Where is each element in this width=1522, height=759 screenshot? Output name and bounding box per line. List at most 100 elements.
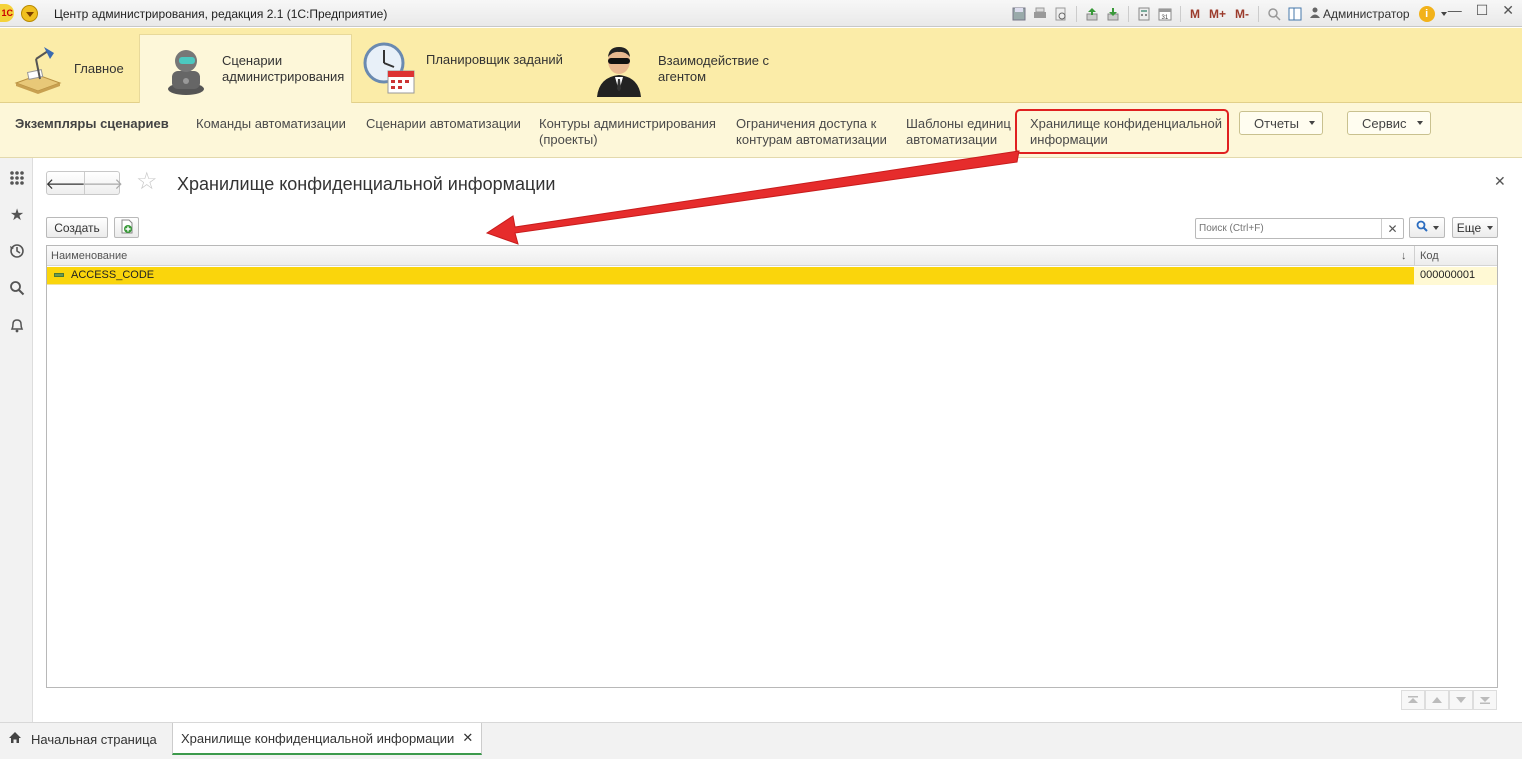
section-admin-scenarios-line1: Сценарии	[222, 53, 283, 68]
section-admin-scenarios[interactable]: Сценарии администрирования	[139, 34, 352, 103]
close-window-icon[interactable]: ✕	[1502, 2, 1514, 19]
cell-name: ACCESS_CODE	[71, 269, 155, 281]
scroll-up-icon[interactable]	[1425, 690, 1449, 710]
item-icon	[54, 273, 64, 277]
save-icon[interactable]	[1010, 5, 1028, 23]
section-agent-line2: агентом	[658, 69, 707, 84]
section-agent-label: Взаимодействие с агентом	[658, 53, 769, 85]
panels-icon[interactable]	[1286, 5, 1304, 23]
cell-code: 000000001	[1420, 269, 1476, 281]
toolbar: 31 M M+ M- Администратор i	[1010, 4, 1447, 24]
func-label: Сценарии автоматизации	[366, 116, 521, 131]
more-label: Еще	[1456, 220, 1482, 235]
user-icon	[1310, 7, 1321, 21]
apps-grid-icon[interactable]	[7, 168, 27, 188]
back-arrow-icon[interactable]: 🡐	[45, 172, 85, 194]
clear-search-icon[interactable]: ✕	[1381, 219, 1403, 238]
clock-calendar-icon	[362, 41, 418, 97]
highlight-frame	[1015, 109, 1229, 154]
section-admin-scenarios-line2: администрирования	[222, 69, 345, 84]
minimize-icon[interactable]: —	[1448, 2, 1462, 19]
data-table[interactable]: Наименование ↓ Код ACCESS_CODE 000000001	[46, 245, 1498, 688]
toolbar-separator	[1128, 6, 1129, 22]
memory-minus-button[interactable]: M-	[1232, 7, 1252, 21]
func-label: Контуры администрирования	[539, 116, 716, 131]
func-label: (проекты)	[539, 132, 598, 147]
section-scheduler[interactable]: Планировщик заданий	[362, 35, 563, 103]
table-scroll-buttons	[1401, 690, 1497, 710]
func-scenario-instances[interactable]: Экземпляры сценариев	[15, 116, 169, 132]
chevron-down-icon	[1432, 225, 1439, 230]
reports-dropdown[interactable]: Отчеты	[1239, 111, 1323, 135]
table-row[interactable]: ACCESS_CODE 000000001	[47, 267, 1497, 285]
chevron-down-icon	[1416, 121, 1423, 125]
memory-m-button[interactable]: M	[1187, 7, 1203, 21]
toolbar-separator	[1180, 6, 1181, 22]
scroll-down-icon[interactable]	[1449, 690, 1473, 710]
tab-home-label: Начальная страница	[31, 731, 157, 747]
info-dropdown-icon[interactable]	[1440, 12, 1447, 16]
section-agent[interactable]: Взаимодействие с агентом	[591, 35, 769, 103]
memory-plus-button[interactable]: M+	[1206, 7, 1229, 21]
func-automation-scenarios[interactable]: Сценарии автоматизации	[366, 116, 521, 132]
close-tab-icon[interactable]: ✕	[462, 730, 473, 746]
calculator-icon[interactable]	[1135, 5, 1153, 23]
favorite-star-icon[interactable]: ☆	[136, 170, 158, 194]
maximize-icon[interactable]: ☐	[1476, 2, 1489, 19]
section-main[interactable]: Главное	[10, 35, 124, 103]
tab-confidential-label: Хранилище конфиденциальной информации	[181, 730, 455, 746]
app-title: Центр администрирования, редакция 2.1 (1…	[54, 7, 388, 21]
func-admin-contours[interactable]: Контуры администрирования (проекты)	[539, 116, 716, 148]
func-label: автоматизации	[906, 132, 998, 147]
search-icon[interactable]	[7, 278, 27, 298]
search-input[interactable]	[1196, 219, 1376, 238]
form-title: Хранилище конфиденциальной информации	[177, 174, 556, 194]
history-icon[interactable]	[7, 241, 27, 261]
chevron-down-icon	[1308, 121, 1315, 125]
more-button[interactable]: Еще	[1452, 217, 1498, 238]
tab-home[interactable]: Начальная страница	[8, 723, 157, 755]
1c-logo: 1С	[0, 4, 14, 22]
preview-icon[interactable]	[1052, 5, 1070, 23]
bell-icon[interactable]	[7, 315, 27, 335]
forward-arrow-icon[interactable]: 🡒	[83, 172, 123, 194]
add-document-icon	[120, 219, 134, 237]
main-menu-button[interactable]	[21, 5, 38, 22]
func-access-restrictions[interactable]: Ограничения доступа к контурам автоматиз…	[736, 116, 887, 148]
func-label: Экземпляры сценариев	[15, 116, 169, 131]
copy-add-button[interactable]	[114, 217, 139, 238]
scroll-bottom-icon[interactable]	[1473, 690, 1497, 710]
download-icon[interactable]	[1104, 5, 1122, 23]
column-header-code[interactable]: Код	[1420, 250, 1439, 262]
svg-text:31: 31	[1162, 15, 1169, 21]
magnifier-icon	[1416, 220, 1428, 235]
upload-icon[interactable]	[1083, 5, 1101, 23]
scroll-top-icon[interactable]	[1401, 690, 1425, 710]
print-icon[interactable]	[1031, 5, 1049, 23]
tab-confidential-storage[interactable]: Хранилище конфиденциальной информации ✕	[172, 723, 483, 755]
func-automation-commands[interactable]: Команды автоматизации	[196, 116, 346, 132]
create-button[interactable]: Создать	[46, 217, 108, 238]
section-agent-line1: Взаимодействие с	[658, 53, 770, 68]
desk-lamp-icon	[10, 41, 66, 97]
user-name: Администратор	[1323, 7, 1410, 21]
close-form-icon[interactable]: ✕	[1494, 173, 1506, 190]
service-dropdown[interactable]: Сервис	[1347, 111, 1431, 135]
zoom-icon[interactable]	[1265, 5, 1283, 23]
info-icon[interactable]: i	[1418, 6, 1435, 22]
calendar-icon[interactable]: 31	[1156, 5, 1174, 23]
favorites-star-icon[interactable]: ★	[7, 205, 27, 225]
func-unit-templates[interactable]: Шаблоны единиц автоматизации	[906, 116, 1011, 148]
sort-arrow-icon: ↓	[1401, 250, 1407, 262]
left-panel: ★	[0, 158, 33, 723]
search-button[interactable]	[1409, 217, 1445, 238]
column-header-name[interactable]: Наименование	[51, 250, 127, 262]
sections-panel: Главное Сценарии администрирования Плани…	[0, 28, 1522, 103]
service-label: Сервис	[1362, 115, 1407, 131]
agent-icon	[591, 41, 647, 97]
user-menu[interactable]: Администратор	[1310, 7, 1410, 21]
reports-label: Отчеты	[1254, 115, 1299, 131]
robot-icon	[158, 41, 214, 97]
chevron-down-icon	[1487, 225, 1494, 230]
search-field[interactable]: ✕	[1195, 218, 1404, 239]
